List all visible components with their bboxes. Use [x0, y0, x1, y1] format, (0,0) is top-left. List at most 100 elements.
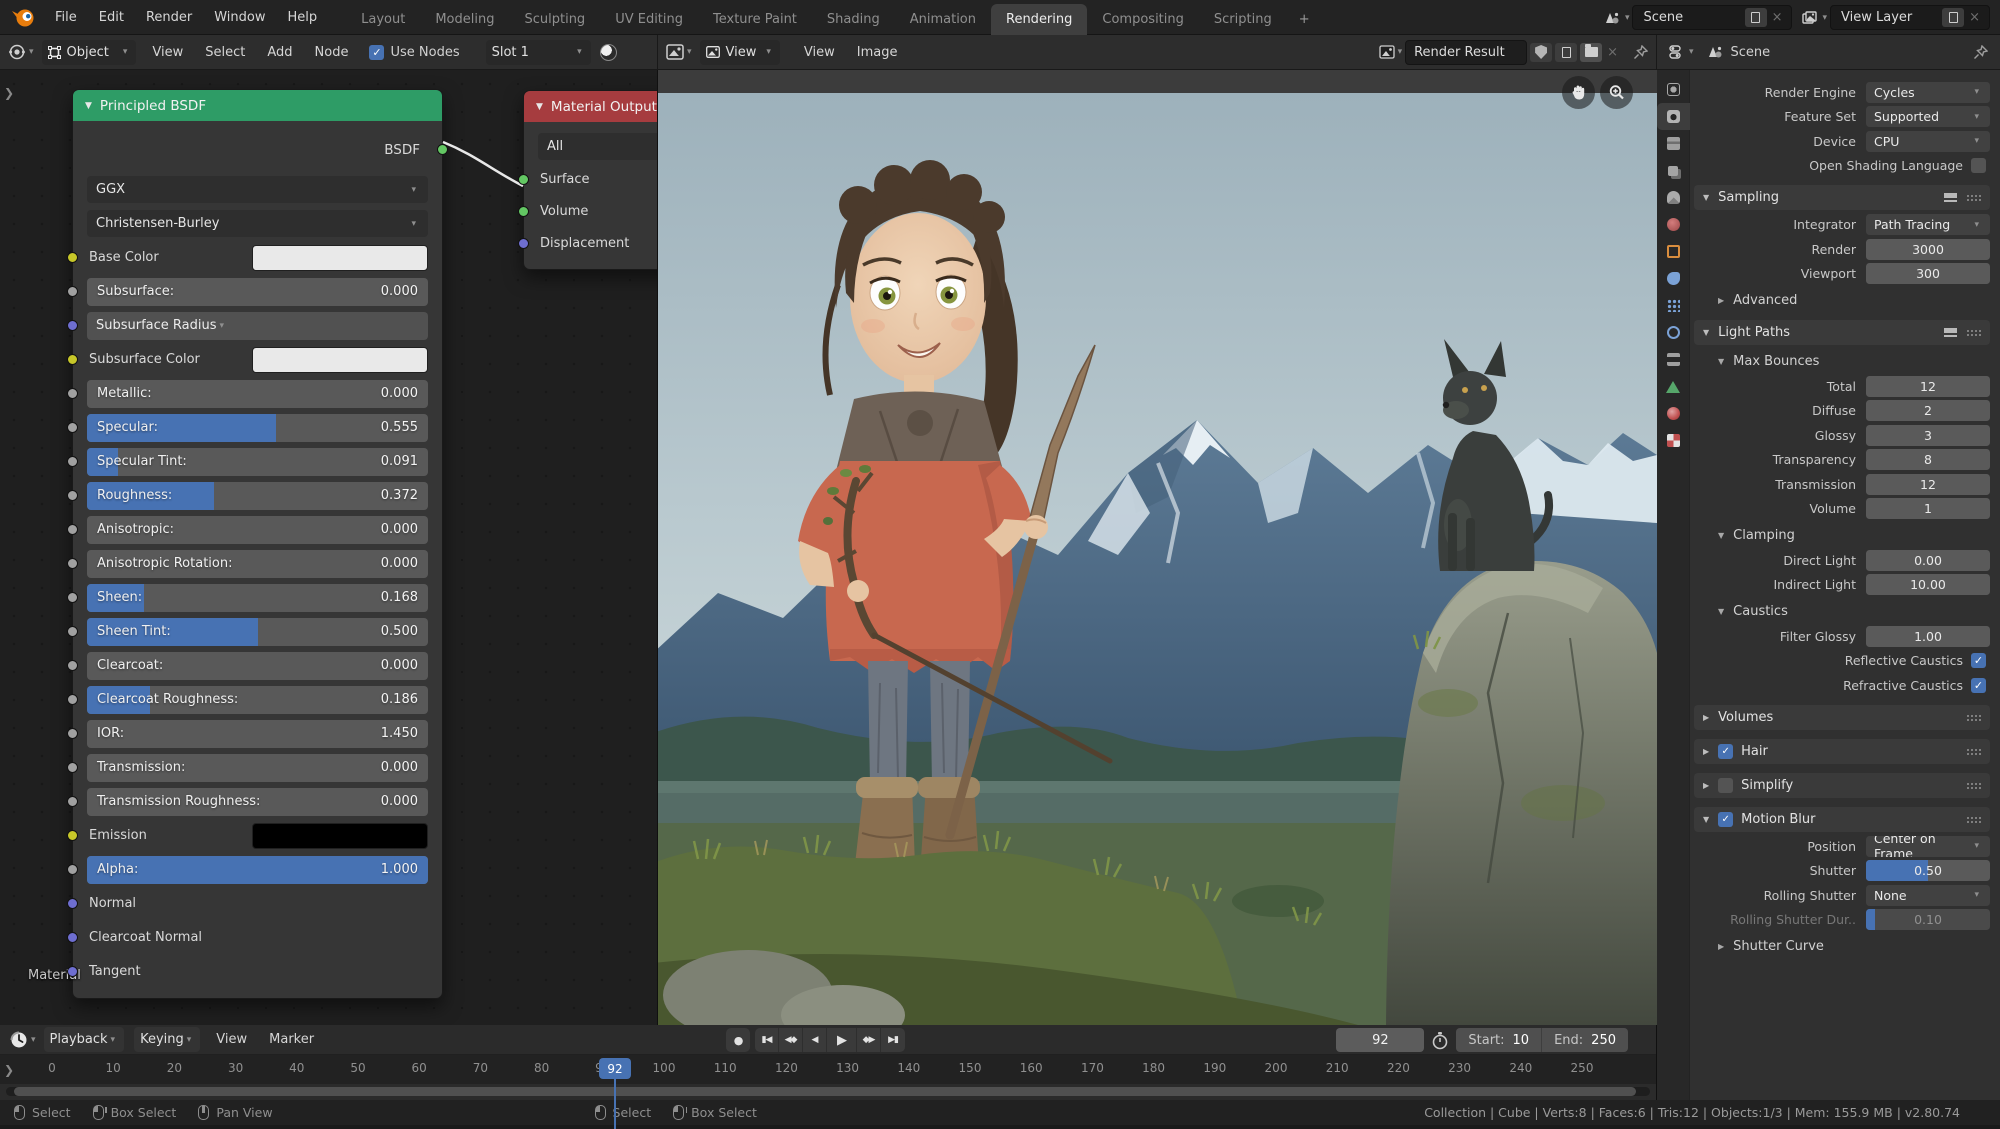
zoom-view-button[interactable] [1600, 76, 1633, 109]
topbar-menu-help[interactable]: Help [277, 7, 329, 28]
panel-grip-icon[interactable] [1966, 329, 1981, 336]
node-input-row[interactable]: Transmission Roughness:0.000 [87, 787, 428, 816]
principled-bsdf-node[interactable]: ▼ Principled BSDF BSDF GGX▾ Christensen-… [72, 89, 443, 999]
input-socket[interactable] [67, 966, 78, 977]
pin-icon[interactable] [1633, 45, 1648, 60]
current-frame-field[interactable]: 92 [1336, 1028, 1424, 1052]
input-socket[interactable] [67, 728, 78, 739]
workspace-tab-scripting[interactable]: Scripting [1199, 4, 1287, 35]
node-input-row[interactable]: Sheen Tint:0.500 [87, 617, 428, 646]
timeline-menu-marker[interactable]: Marker [258, 1029, 325, 1050]
properties-tab-scene[interactable] [1657, 184, 1690, 211]
image-name-field[interactable]: Render Result [1405, 40, 1527, 65]
prop-number-field[interactable]: 0.00 [1866, 550, 1990, 571]
use-nodes-checkbox[interactable]: ✓ [369, 45, 384, 60]
node-input-row[interactable]: Volume [538, 198, 658, 225]
panel-header-motion-blur[interactable]: ▼✓Motion Blur [1694, 807, 1990, 832]
node-input-row[interactable]: Anisotropic Rotation:0.000 [87, 549, 428, 578]
prev-keyframe-button[interactable]: ◀◆ [779, 1028, 803, 1052]
node-input-row[interactable]: Metallic:0.000 [87, 379, 428, 408]
add-workspace-button[interactable]: + [1287, 4, 1322, 35]
collapse-triangle-icon[interactable]: ▼ [85, 101, 92, 111]
display-mode-dropdown[interactable]: View ▾ [700, 40, 780, 65]
open-shading-language-checkbox[interactable] [1971, 158, 1986, 173]
node-input-row[interactable]: IOR:1.450 [87, 719, 428, 748]
node-input-row[interactable]: Base Color [87, 243, 428, 272]
bsdf-output-socket[interactable] [437, 144, 448, 155]
workspace-tab-uv-editing[interactable]: UV Editing [600, 4, 698, 35]
view-layer-selector[interactable]: ▾ View Layer × [1802, 5, 1990, 30]
workspace-tab-texture-paint[interactable]: Texture Paint [698, 4, 812, 35]
start-frame-field[interactable]: Start:10 [1456, 1028, 1542, 1052]
unlink-image-button[interactable]: × [1602, 45, 1623, 60]
panel-grip-icon[interactable] [1966, 748, 1981, 755]
node-input-row[interactable]: Alpha:1.000 [87, 855, 428, 884]
node-editor-menu-add[interactable]: Add [256, 42, 303, 63]
toolbar-expand-arrow[interactable]: ❯ [4, 86, 14, 100]
input-socket[interactable] [67, 252, 78, 263]
properties-tab-material[interactable] [1657, 400, 1690, 427]
open-image-button[interactable] [1580, 43, 1602, 62]
node-input-row[interactable]: Clearcoat:0.000 [87, 651, 428, 680]
input-socket[interactable] [518, 206, 529, 217]
prop-dropdown[interactable]: None▾ [1866, 885, 1990, 906]
image-editor-menu-view[interactable]: View [793, 42, 846, 63]
properties-tab-modifier[interactable] [1657, 265, 1690, 292]
timeline-expand-arrow[interactable]: ❯ [4, 1063, 14, 1077]
panel-grip-icon[interactable] [1966, 714, 1981, 721]
input-socket[interactable] [67, 626, 78, 637]
prop-number-field[interactable]: 3 [1866, 425, 1990, 446]
node-header[interactable]: ▼ Principled BSDF [73, 90, 442, 121]
timeline-menu-view[interactable]: View [205, 1029, 258, 1050]
editor-type-shader-icon[interactable]: ▾ [8, 43, 37, 61]
properties-tab-data[interactable] [1657, 373, 1690, 400]
node-header[interactable]: ▼ Material Output [524, 91, 658, 122]
new-view-layer-button[interactable] [1942, 8, 1964, 27]
topbar-menu-render[interactable]: Render [135, 7, 203, 28]
input-socket[interactable] [67, 660, 78, 671]
input-socket[interactable] [67, 354, 78, 365]
presets-icon[interactable] [1944, 193, 1957, 202]
prop-number-field[interactable]: 10.00 [1866, 574, 1990, 595]
node-input-row[interactable]: Normal [87, 889, 428, 918]
next-keyframe-button[interactable]: ◆▶ [857, 1028, 881, 1052]
input-socket[interactable] [67, 592, 78, 603]
input-socket[interactable] [67, 558, 78, 569]
material-output-node[interactable]: ▼ Material Output All SurfaceVolumeDispl… [523, 90, 658, 270]
input-socket[interactable] [67, 388, 78, 399]
prop-dropdown[interactable]: Center on Frame▾ [1866, 836, 1990, 857]
panel-header-volumes[interactable]: ▶Volumes [1694, 705, 1990, 730]
input-socket[interactable] [67, 286, 78, 297]
properties-tab-render-active[interactable] [1657, 103, 1690, 130]
panel-header-sampling[interactable]: ▼Sampling [1694, 185, 1990, 210]
shader-type-dropdown[interactable]: Object ▾ [42, 40, 137, 65]
pan-view-button[interactable] [1562, 76, 1595, 109]
presets-icon[interactable] [1944, 328, 1957, 337]
hair-checkbox[interactable]: ✓ [1718, 744, 1733, 759]
properties-tab-tool[interactable] [1657, 76, 1690, 103]
subpanel-header-caustics[interactable]: ▼Caustics [1694, 601, 1990, 622]
subpanel-header-shutter-curve[interactable]: ▶Shutter Curve [1694, 936, 1990, 957]
prop-number-field[interactable]: 2 [1866, 400, 1990, 421]
node-editor-menu-view[interactable]: View [141, 42, 194, 63]
remove-view-layer-button[interactable]: × [1964, 10, 1985, 25]
properties-tab-constraint[interactable] [1657, 346, 1690, 373]
properties-tab-world[interactable] [1657, 211, 1690, 238]
prop-number-field[interactable]: 12 [1866, 474, 1990, 495]
input-socket[interactable] [518, 174, 529, 185]
properties-tab-object[interactable] [1657, 238, 1690, 265]
panel-grip-icon[interactable] [1966, 194, 1981, 201]
properties-tab-viewlayer[interactable] [1657, 157, 1690, 184]
material-slot-dropdown[interactable]: Slot 1 ▾ [486, 40, 591, 65]
properties-tab-texture[interactable] [1657, 427, 1690, 454]
input-socket[interactable] [67, 320, 78, 331]
prop-slider[interactable]: 0.50 [1866, 860, 1990, 881]
node-editor-menu-select[interactable]: Select [194, 42, 256, 63]
jump-to-end-button[interactable]: ▶▮ [881, 1028, 905, 1052]
workspace-tab-compositing[interactable]: Compositing [1087, 4, 1199, 35]
image-editor[interactable] [658, 70, 1657, 1025]
node-input-row[interactable]: Clearcoat Normal [87, 923, 428, 952]
node-input-row[interactable]: Transmission:0.000 [87, 753, 428, 782]
topbar-menu-edit[interactable]: Edit [88, 7, 135, 28]
playhead[interactable]: 92 [599, 1058, 631, 1079]
